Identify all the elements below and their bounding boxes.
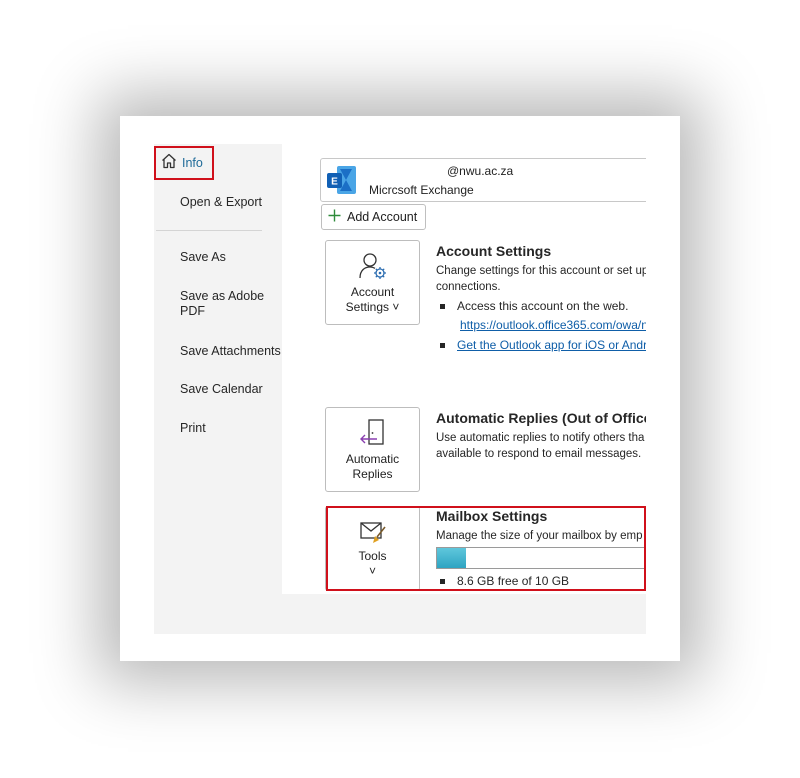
sidebar-item-label: Info — [182, 156, 203, 170]
backstage-sidebar: Info Open & Export Save As Save as Adobe… — [154, 144, 282, 634]
exchange-icon: E — [326, 165, 358, 200]
account-settings-desc-1: Change settings for this account or set … — [436, 265, 646, 277]
automatic-replies-desc-2: available to respond to email messages. — [436, 448, 642, 460]
automatic-replies-button[interactable]: Automatic Replies — [325, 407, 420, 492]
sidebar-item-save-as-adobe-pdf[interactable]: Save as Adobe PDF — [180, 289, 275, 319]
account-settings-title: Account Settings — [436, 243, 552, 259]
sidebar-item-save-calendar[interactable]: Save Calendar — [180, 382, 263, 397]
sidebar-item-save-attachments[interactable]: Save Attachments — [180, 344, 281, 359]
automatic-replies-label-2: Replies — [352, 467, 393, 481]
add-account-label: Add Account — [347, 210, 418, 224]
account-settings-desc-2: connections. — [436, 281, 501, 293]
sidebar-item-save-as[interactable]: Save As — [180, 250, 226, 265]
add-account-button[interactable]: Add Account — [321, 204, 427, 230]
outlook-app-link-item: Get the Outlook app for iOS or Andr — [440, 338, 646, 352]
bullet-marker — [440, 303, 445, 309]
account-settings-button[interactable]: Account Settings ˅ — [325, 240, 420, 325]
account-settings-label-1: Account — [350, 285, 395, 299]
sidebar-item-info[interactable]: Info — [154, 146, 214, 180]
account-selector[interactable]: E @nwu.ac.za Micrcsoft Exchange — [320, 158, 646, 202]
account-settings-icon — [358, 251, 388, 281]
account-web-access-item: Access this account on the web. — [440, 299, 628, 313]
door-arrow-icon — [358, 418, 388, 448]
account-email: @nwu.ac.za — [447, 164, 514, 178]
outlook-backstage: Info Open & Export Save As Save as Adobe… — [154, 144, 646, 634]
account-settings-label-2: Settings ˅ — [345, 300, 400, 314]
sidebar-divider — [156, 230, 262, 231]
account-web-access-text: Access this account on the web. — [457, 299, 629, 313]
bullet-marker — [440, 342, 445, 348]
owa-link[interactable]: https://outlook.office365.com/owa/n — [460, 318, 646, 332]
plus-icon — [328, 209, 341, 225]
outlook-app-link[interactable]: Get the Outlook app for iOS or Andr — [457, 338, 646, 352]
svg-text:E: E — [331, 177, 338, 188]
sidebar-item-open-export[interactable]: Open & Export — [180, 195, 262, 210]
sidebar-item-print[interactable]: Print — [180, 421, 206, 436]
owa-link-item: https://outlook.office365.com/owa/n — [460, 318, 646, 332]
automatic-replies-desc-1: Use automatic replies to notify others t… — [436, 432, 645, 444]
home-icon — [160, 152, 178, 175]
automatic-replies-label-1: Automatic — [345, 452, 400, 466]
mailbox-settings-highlight — [326, 506, 646, 591]
automatic-replies-title: Automatic Replies (Out of Office — [436, 410, 646, 426]
account-type: Micrcsoft Exchange — [369, 183, 474, 197]
